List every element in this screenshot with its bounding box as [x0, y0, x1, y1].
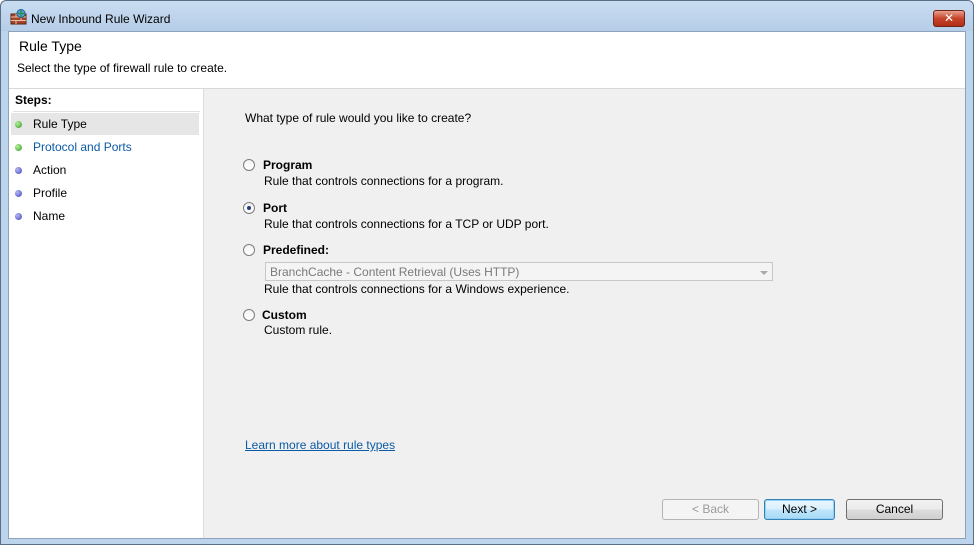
page-title: Rule Type	[19, 38, 82, 54]
wizard-header: Rule Type Select the type of firewall ru…	[9, 32, 965, 89]
content-panel: What type of rule would you like to crea…	[205, 89, 965, 538]
program-radio[interactable]	[243, 159, 255, 171]
cancel-button[interactable]: Cancel	[846, 499, 943, 520]
program-option-label[interactable]: Program	[263, 158, 312, 172]
next-button[interactable]: Next >	[764, 499, 835, 520]
step-pending-icon	[15, 167, 22, 174]
wizard-window: New Inbound Rule Wizard ✕ Rule Type Sele…	[0, 0, 974, 545]
close-button[interactable]: ✕	[933, 10, 965, 27]
step-label: Profile	[33, 186, 68, 200]
step-label: Name	[33, 209, 66, 223]
step-name: Name	[11, 205, 199, 227]
back-button[interactable]: < Back	[662, 499, 759, 520]
predefined-rule-dropdown[interactable]: BranchCache - Content Retrieval (Uses HT…	[265, 262, 773, 281]
step-label: Action	[33, 163, 67, 177]
step-profile: Profile	[11, 182, 199, 204]
program-option-description: Rule that controls connections for a pro…	[264, 174, 504, 188]
step-pending-icon	[15, 190, 22, 197]
custom-option-description: Custom rule.	[264, 323, 333, 337]
wizard-client-area: Rule Type Select the type of firewall ru…	[8, 31, 966, 539]
step-pending-icon	[15, 213, 22, 220]
chevron-down-icon	[760, 271, 768, 275]
predefined-option-description: Rule that controls connections for a Win…	[264, 282, 570, 296]
step-rule-type: Rule Type	[11, 113, 199, 135]
step-protocol-and-ports[interactable]: Protocol and Ports	[11, 136, 199, 158]
predefined-rule-value: BranchCache - Content Retrieval (Uses HT…	[270, 265, 520, 279]
port-option-label[interactable]: Port	[263, 201, 287, 215]
step-label: Rule Type	[33, 117, 87, 131]
rule-type-question: What type of rule would you like to crea…	[245, 111, 472, 125]
step-label[interactable]: Protocol and Ports	[33, 140, 132, 154]
port-option-description: Rule that controls connections for a TCP…	[264, 217, 549, 231]
step-action: Action	[11, 159, 199, 181]
custom-option-label[interactable]: Custom	[262, 308, 307, 322]
port-radio[interactable]	[243, 202, 255, 214]
predefined-radio[interactable]	[243, 244, 255, 256]
close-icon: ✕	[943, 11, 955, 25]
custom-radio[interactable]	[243, 309, 255, 321]
title-bar[interactable]: New Inbound Rule Wizard ✕	[1, 1, 973, 31]
step-complete-icon	[15, 121, 22, 128]
page-subtitle: Select the type of firewall rule to crea…	[17, 61, 228, 75]
firewall-icon	[10, 9, 27, 25]
steps-panel: Steps: Rule Type Protocol and Ports Acti…	[9, 89, 204, 538]
predefined-option-label[interactable]: Predefined:	[263, 243, 329, 257]
window-title: New Inbound Rule Wizard	[31, 12, 171, 26]
step-complete-icon	[15, 144, 22, 151]
steps-heading: Steps:	[15, 93, 52, 107]
steps-divider	[13, 111, 200, 112]
learn-more-link[interactable]: Learn more about rule types	[245, 438, 395, 452]
